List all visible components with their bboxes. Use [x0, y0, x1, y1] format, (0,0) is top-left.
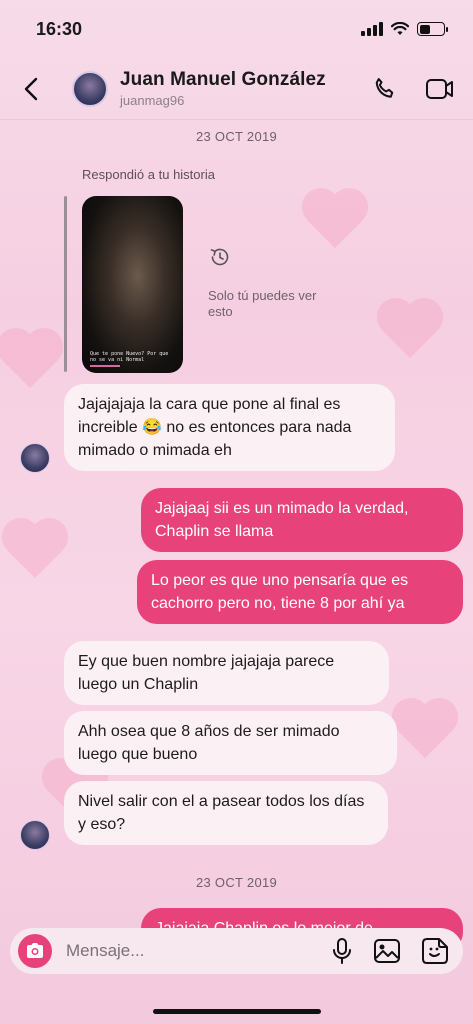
status-icons: [361, 22, 448, 36]
battery-icon: [417, 22, 448, 36]
date-separator: 23 OCT 2019: [195, 129, 278, 144]
camera-button[interactable]: [18, 934, 52, 968]
contact-info[interactable]: Juan Manuel González juanmag96: [120, 69, 371, 108]
message-outgoing[interactable]: Jajajaaj sii es un mimado la verdad, Cha…: [141, 488, 463, 552]
sender-avatar[interactable]: [20, 820, 50, 850]
contact-username: juanmag96: [120, 93, 185, 108]
composer-actions: [331, 937, 449, 965]
reply-indicator-bar: [64, 196, 67, 372]
sender-avatar[interactable]: [20, 443, 50, 473]
message-incoming[interactable]: Nivel salir con el a pasear todos los dí…: [64, 781, 388, 845]
message-incoming[interactable]: Ahh osea que 8 años de ser mimado luego …: [64, 711, 397, 775]
status-bar: 16:30: [0, 0, 473, 58]
story-reply-label: Respondió a tu historia: [82, 167, 215, 182]
message-input[interactable]: [66, 941, 331, 961]
contact-avatar[interactable]: [72, 70, 108, 107]
header-actions: [371, 75, 455, 103]
gallery-icon[interactable]: [373, 938, 401, 964]
wifi-icon: [391, 22, 409, 35]
chat-header: Juan Manuel González juanmag96: [0, 58, 473, 120]
message-composer: [10, 928, 463, 974]
date-separator: 23 OCT 2019: [195, 875, 278, 890]
contact-name: Juan Manuel González: [120, 69, 326, 90]
story-progress-bar: [90, 365, 120, 367]
message-incoming[interactable]: Jajajajaja la cara que pone al final es …: [64, 384, 395, 471]
phone-call-icon[interactable]: [371, 75, 399, 103]
history-icon: [210, 248, 229, 266]
chevron-left-icon: [24, 77, 38, 100]
background-heart: [375, 300, 445, 364]
status-time: 16:30: [36, 18, 83, 39]
story-thumbnail[interactable]: Que te pone Nuevo? Por que no se va ni N…: [82, 196, 183, 373]
camera-icon: [27, 943, 43, 958]
background-heart: [0, 330, 65, 394]
home-indicator[interactable]: [153, 1009, 321, 1014]
sticker-icon[interactable]: [421, 937, 449, 965]
microphone-icon[interactable]: [331, 937, 353, 965]
story-private-text: Solo tú puedes ver esto: [208, 288, 317, 319]
back-button[interactable]: [24, 69, 56, 109]
cellular-signal-icon: [361, 22, 383, 36]
video-call-icon[interactable]: [425, 76, 455, 102]
background-heart: [0, 520, 70, 584]
story-caption: Que te pone Nuevo? Por que no se va ni N…: [90, 351, 169, 363]
background-heart: [390, 700, 460, 764]
message-incoming[interactable]: Ey que buen nombre jajajaja parece luego…: [64, 641, 389, 705]
story-private-notice: Solo tú puedes ver esto: [208, 245, 328, 320]
message-outgoing[interactable]: Lo peor es que uno pensaría que es cacho…: [137, 560, 463, 624]
